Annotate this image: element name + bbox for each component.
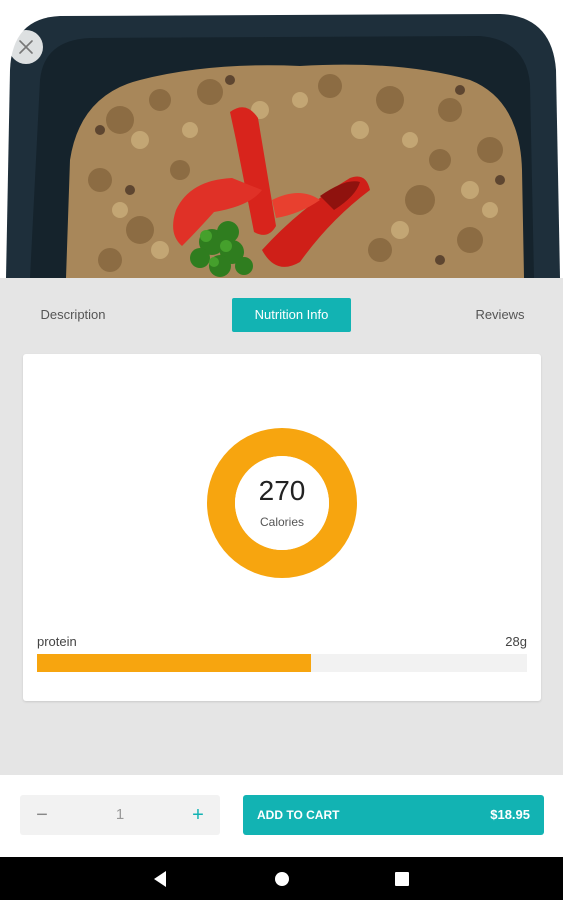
add-to-cart-button[interactable]: ADD TO CART $18.95 xyxy=(243,795,544,835)
tab-description[interactable]: Description xyxy=(24,298,122,332)
nutrient-amount-protein: 28g xyxy=(505,634,527,649)
calories-value: 270 xyxy=(258,475,306,506)
cart-action-bar: − 1 + ADD TO CART $18.95 xyxy=(0,775,563,857)
product-tabs: Description Nutrition Info Reviews xyxy=(0,278,563,354)
recents-square-icon xyxy=(391,868,413,890)
tab-nutrition-info[interactable]: Nutrition Info xyxy=(232,298,351,332)
quantity-value: 1 xyxy=(115,806,125,823)
nutrition-card: 270 Calories protein 28g xyxy=(23,354,541,701)
tab-reviews[interactable]: Reviews xyxy=(460,298,540,332)
back-triangle-icon xyxy=(150,868,172,890)
home-circle-icon xyxy=(271,868,293,890)
back-button[interactable] xyxy=(150,868,172,890)
close-button[interactable] xyxy=(9,30,43,64)
home-button[interactable] xyxy=(271,868,293,890)
decrease-quantity-button[interactable]: − xyxy=(28,795,56,835)
close-icon xyxy=(18,39,34,55)
system-nav-bar xyxy=(0,857,563,900)
quantity-stepper: − 1 + xyxy=(20,795,220,835)
recents-button[interactable] xyxy=(391,868,413,890)
protein-bar-fill xyxy=(37,654,312,672)
price-label: $18.95 xyxy=(490,807,530,822)
product-hero-image xyxy=(0,0,563,278)
calories-ring: 270 Calories xyxy=(207,428,357,578)
add-to-cart-label: ADD TO CART xyxy=(257,808,340,822)
nutrient-name-protein: protein xyxy=(37,634,77,649)
product-detail-screen: Description Nutrition Info Reviews 270 C… xyxy=(0,0,563,900)
protein-bar-track xyxy=(37,654,527,672)
calories-label: Calories xyxy=(259,515,304,529)
increase-quantity-button[interactable]: + xyxy=(184,795,212,835)
meal-photo xyxy=(0,0,563,278)
